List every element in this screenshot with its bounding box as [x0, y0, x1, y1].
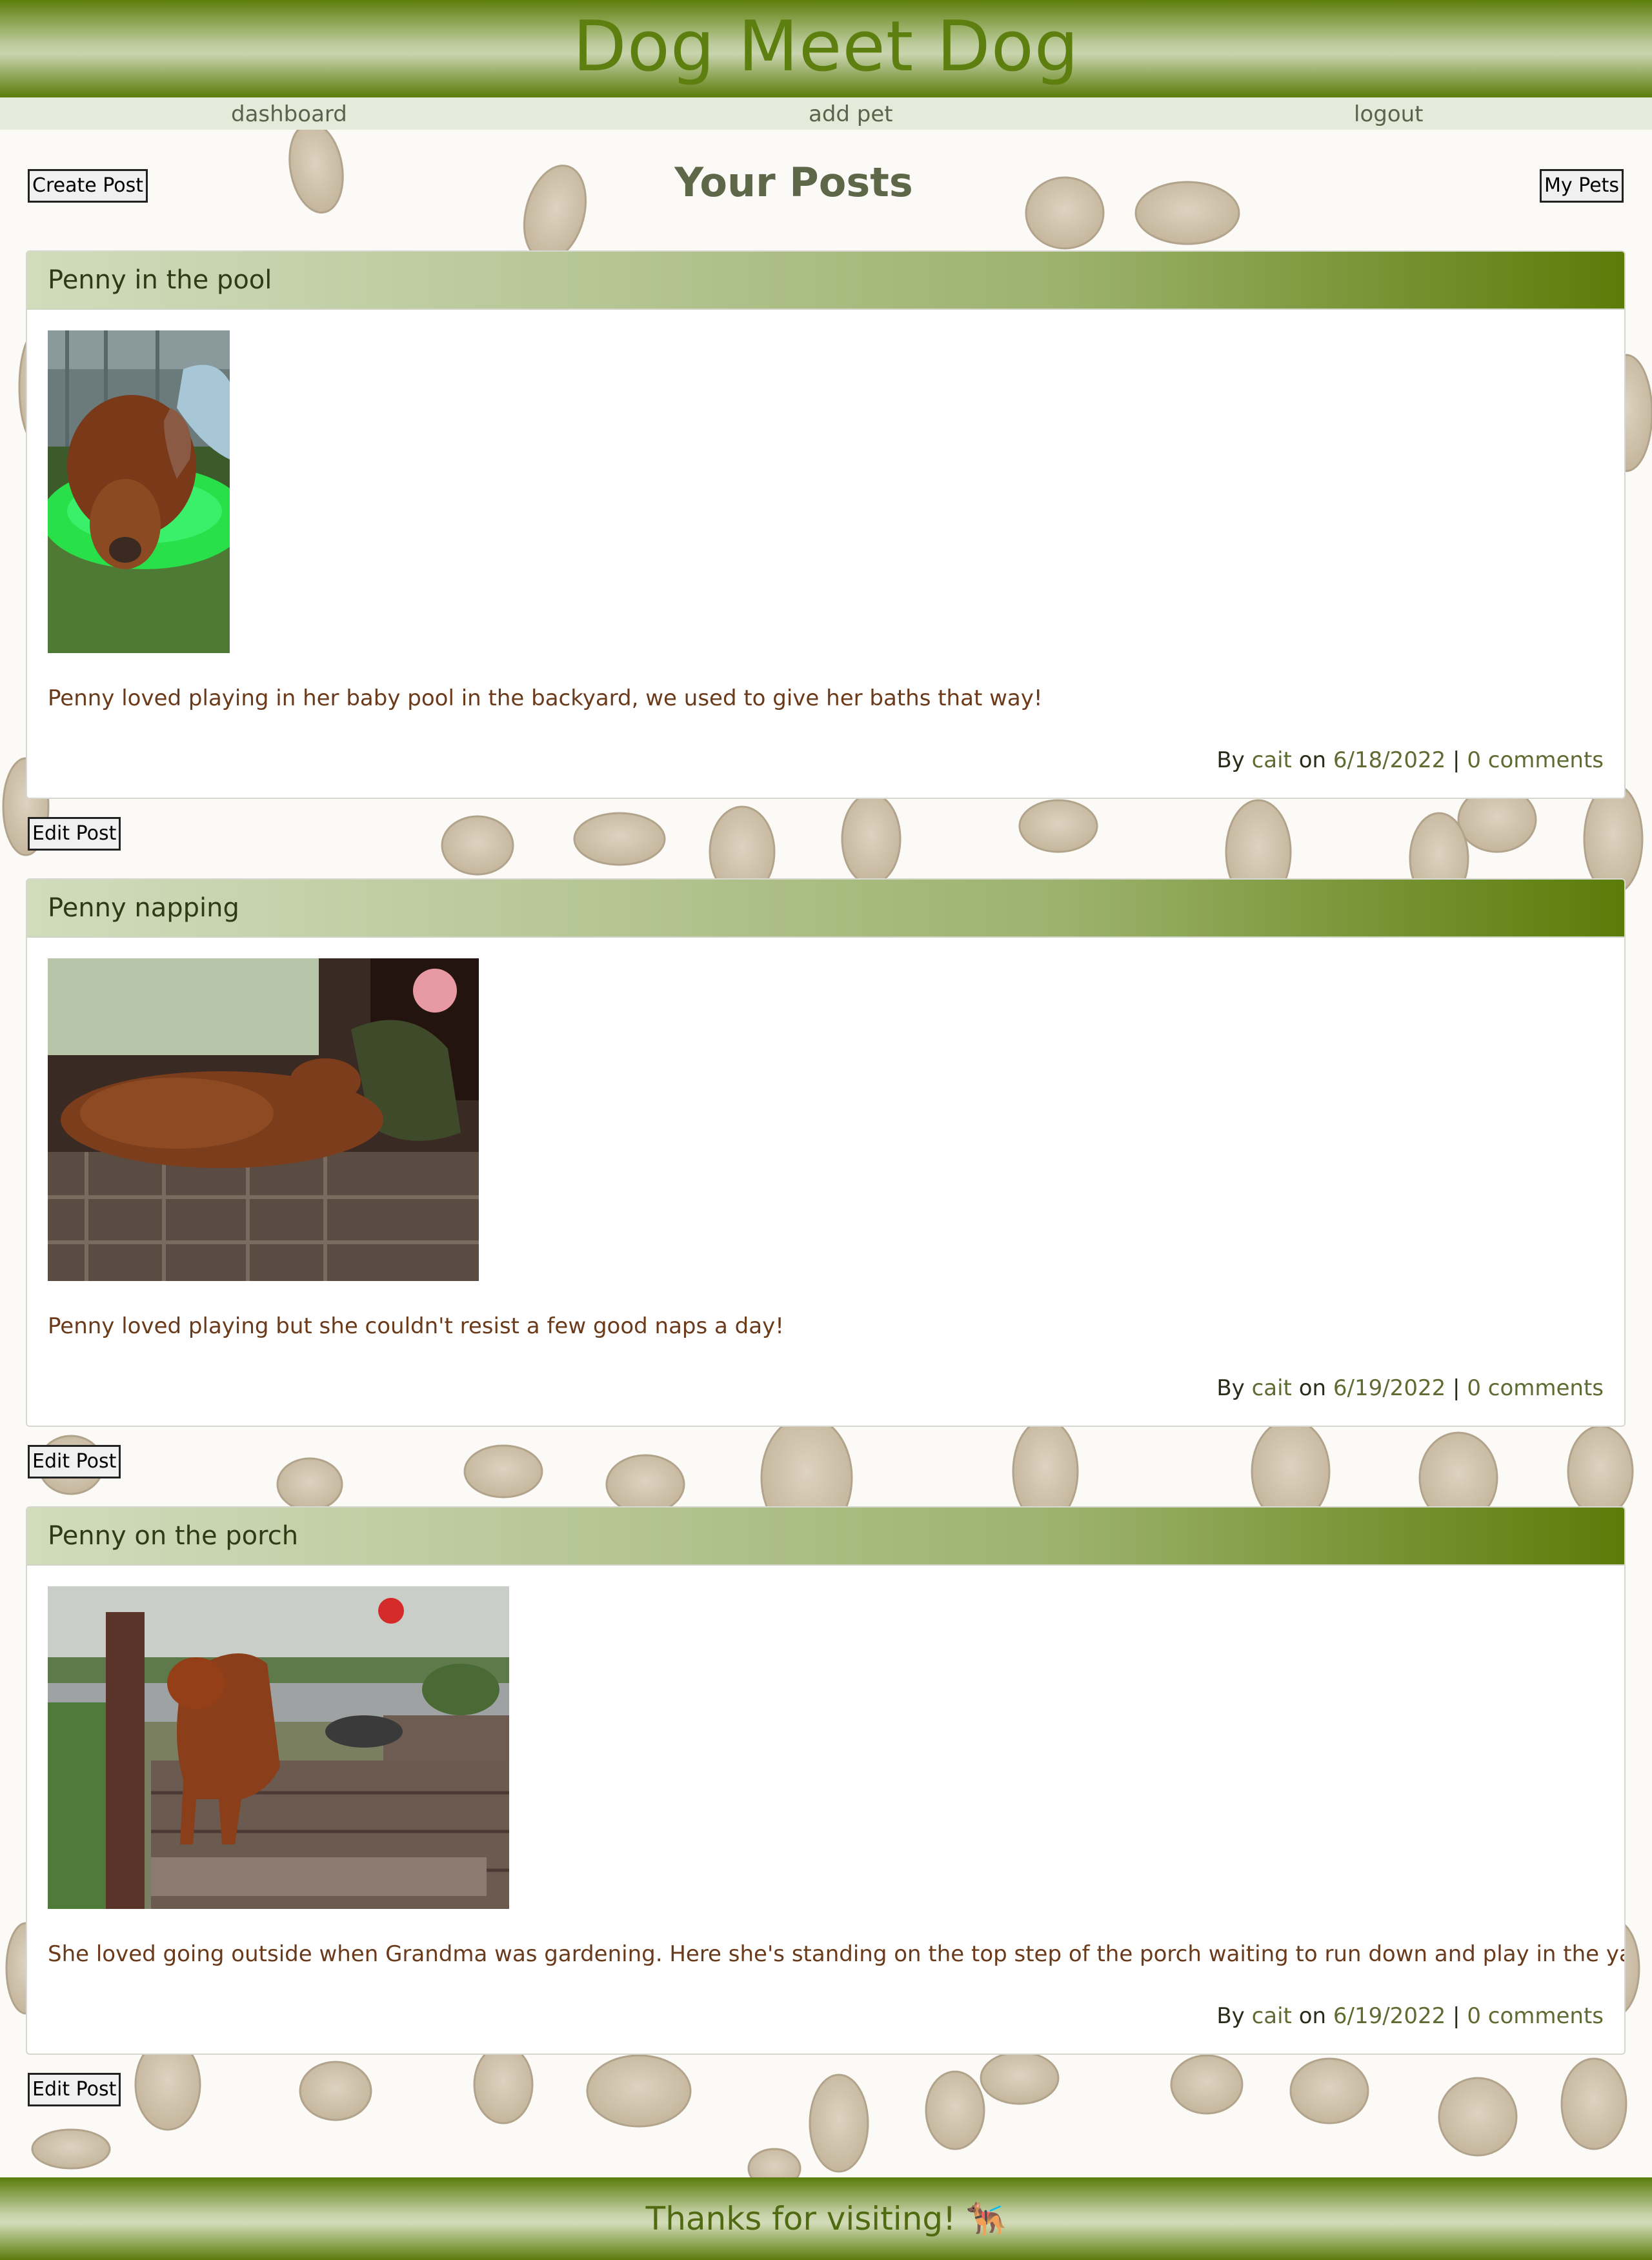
- comments-link[interactable]: 0 comments: [1467, 747, 1604, 773]
- meta-on: on: [1298, 2003, 1327, 2029]
- post-caption: Penny loved playing but she couldn't res…: [48, 1313, 784, 1339]
- post-date: 6/19/2022: [1333, 1375, 1446, 1401]
- author-link[interactable]: cait: [1252, 1375, 1292, 1401]
- post-title: Penny on the porch: [48, 1521, 299, 1551]
- post-header: Penny in the pool: [27, 252, 1624, 310]
- meta-separator: |: [1453, 2003, 1460, 2029]
- post-photo-dog-on-porch[interactable]: [48, 1586, 509, 1909]
- post-meta: By cait on 6/18/2022 | 0 comments: [1216, 747, 1604, 773]
- author-link[interactable]: cait: [1252, 747, 1292, 773]
- meta-separator: |: [1453, 747, 1460, 773]
- post-meta: By cait on 6/19/2022 | 0 comments: [1216, 1375, 1604, 1401]
- nav-add-pet-link[interactable]: add pet: [809, 101, 893, 127]
- post-header: Penny napping: [27, 880, 1624, 938]
- post-photo-dog-in-pool[interactable]: [48, 330, 230, 653]
- post-card: Penny napping Penny loved playing but sh…: [26, 878, 1626, 1427]
- site-title[interactable]: Dog Meet Dog: [573, 6, 1080, 87]
- meta-on: on: [1298, 747, 1327, 773]
- main-nav: dashboard add pet logout: [0, 97, 1652, 130]
- site-header: Dog Meet Dog: [0, 0, 1652, 97]
- comments-link[interactable]: 0 comments: [1467, 1375, 1604, 1401]
- post-card: Penny in the pool Penny loved playing in…: [26, 250, 1626, 799]
- post-header: Penny on the porch: [27, 1508, 1624, 1566]
- meta-by: By: [1216, 1375, 1245, 1401]
- comments-link[interactable]: 0 comments: [1467, 2003, 1604, 2029]
- footer-text: Thanks for visiting! 🐕‍🦺: [645, 2199, 1007, 2237]
- post-card: Penny on the porch She loved going outsi…: [26, 1506, 1626, 2055]
- meta-by: By: [1216, 2003, 1245, 2029]
- edit-post-button[interactable]: Edit Post: [28, 1445, 121, 1478]
- edit-post-button[interactable]: Edit Post: [28, 2073, 121, 2106]
- post-title: Penny napping: [48, 893, 239, 923]
- page-title: Your Posts: [674, 159, 913, 206]
- post-meta: By cait on 6/19/2022 | 0 comments: [1216, 2003, 1604, 2029]
- meta-by: By: [1216, 747, 1245, 773]
- nav-logout-link[interactable]: logout: [1354, 101, 1424, 127]
- post-date: 6/18/2022: [1333, 747, 1446, 773]
- post-caption: Penny loved playing in her baby pool in …: [48, 685, 1043, 711]
- meta-on: on: [1298, 1375, 1327, 1401]
- my-pets-button[interactable]: My Pets: [1540, 169, 1624, 203]
- meta-separator: |: [1453, 1375, 1460, 1401]
- edit-post-button[interactable]: Edit Post: [28, 817, 121, 851]
- nav-dashboard-link[interactable]: dashboard: [231, 101, 347, 127]
- post-photo-dog-napping[interactable]: [48, 958, 479, 1281]
- author-link[interactable]: cait: [1252, 2003, 1292, 2029]
- post-date: 6/19/2022: [1333, 2003, 1446, 2029]
- post-caption: She loved going outside when Grandma was…: [48, 1941, 1626, 1967]
- post-title: Penny in the pool: [48, 265, 272, 295]
- site-footer: Thanks for visiting! 🐕‍🦺: [0, 2177, 1652, 2260]
